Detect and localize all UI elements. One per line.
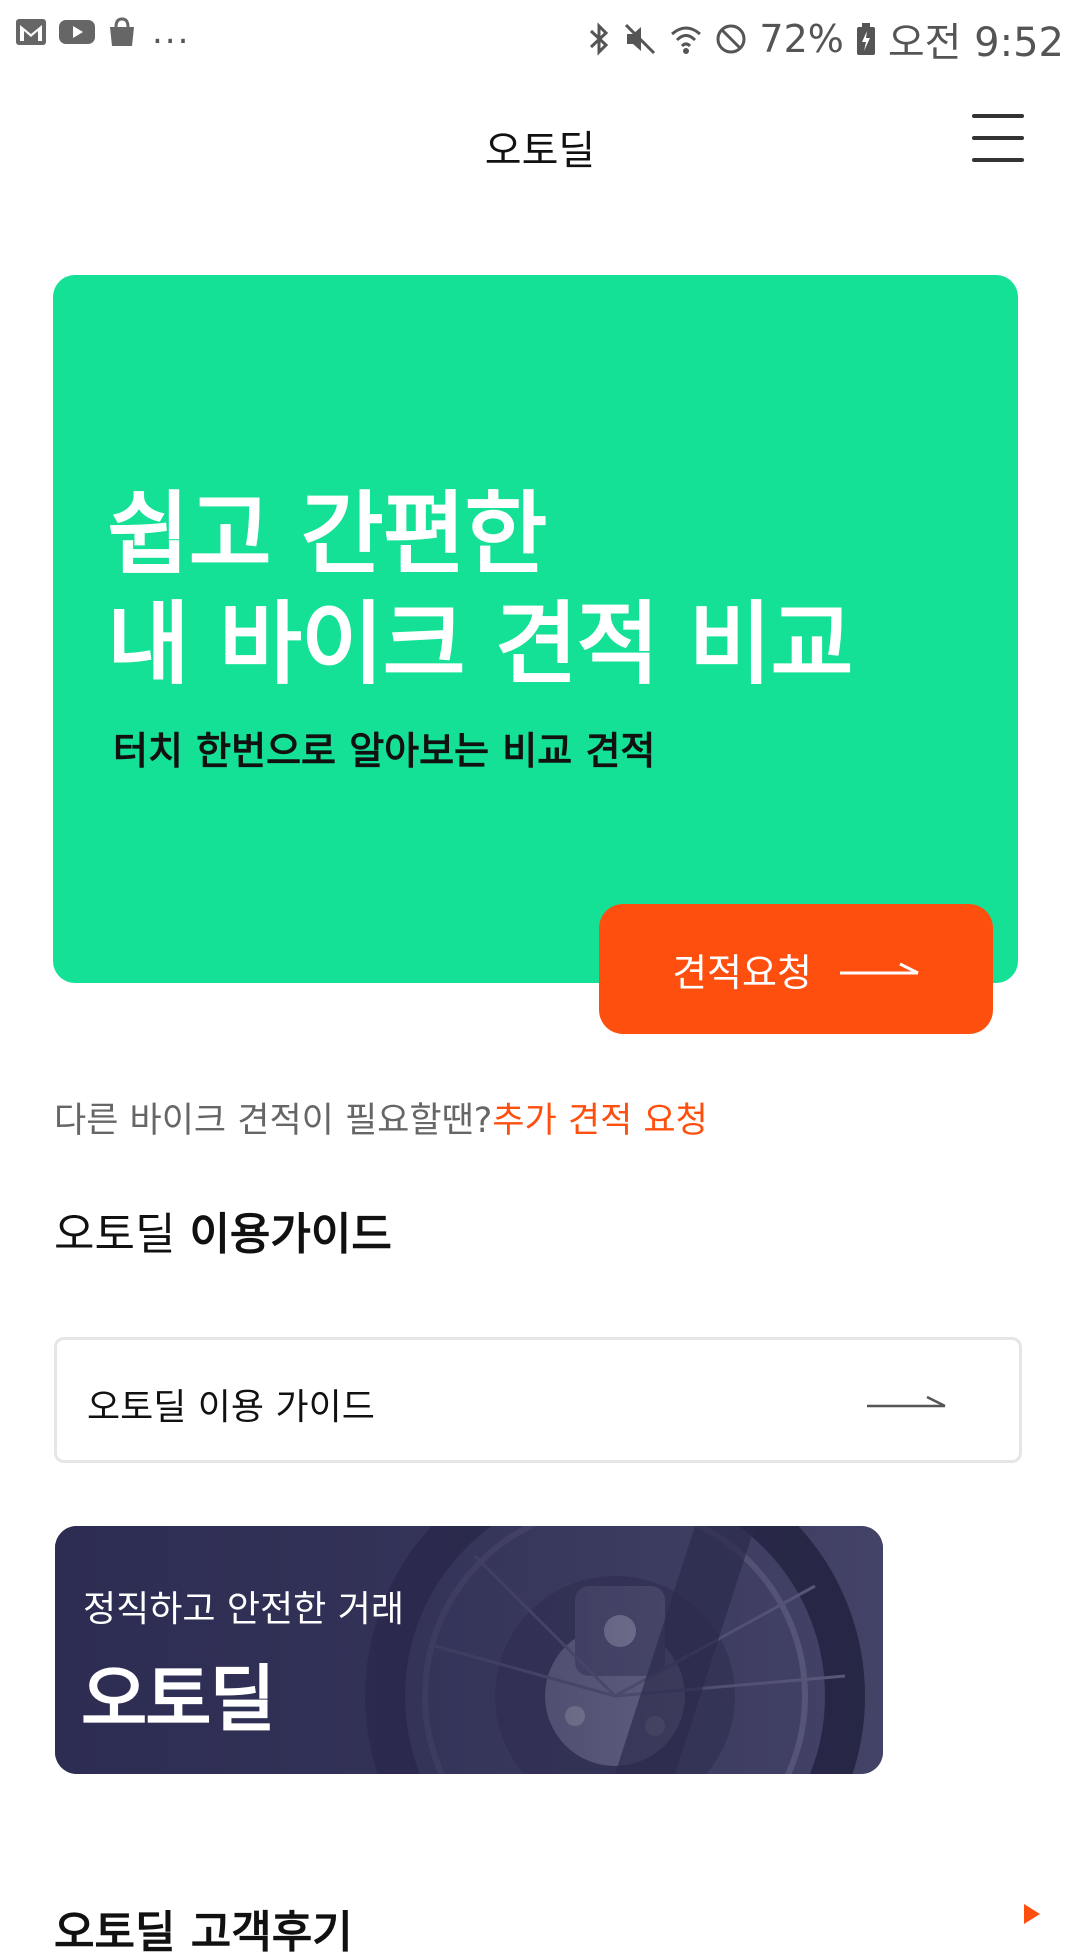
reviews-section-heading: 오토딜 고객후기 [54,1907,353,1958]
guide-heading-bold: 이용가이드 [189,1209,392,1260]
menu-line-icon [972,158,1024,162]
clock: 오전 9:52 [887,20,1064,66]
mute-icon [625,23,656,55]
banner-title: 오토딜 [81,1657,276,1741]
extra-quote-link[interactable]: 추가 견적 요청 [492,1101,707,1141]
arrow-right-icon [839,962,919,975]
menu-line-icon [972,114,1024,118]
hamburger-menu-button[interactable] [970,114,1026,164]
guide-section-heading: 오토딜 이용가이드 [54,1198,392,1262]
guide-heading-brand: 오토딜 [54,1209,176,1260]
wifi-icon [671,26,702,54]
youtube-icon [59,20,95,44]
quote-request-label: 견적요청 [672,950,812,995]
status-bar: ... 72% 오전 9:52 [0,0,1080,66]
extra-quote-question: 다른 바이크 견적이 필요할땐? [54,1101,493,1141]
battery-percent: 72% [759,17,844,61]
hero-subtitle: 터치 한번으로 알아보는 비교 견적 [113,729,656,773]
hero-title-line: 쉽고 간편한 [107,482,547,587]
shopping-bag-icon [110,17,134,46]
quote-request-button[interactable]: 견적요청 [599,904,993,1034]
hero-title-line: 내 바이크 견적 비교 [107,592,853,697]
hero-title: 쉽고 간편한 내 바이크 견적 비교 [107,480,853,700]
notification-icons: ... [14,12,190,52]
arrow-right-icon [867,1395,946,1408]
app-header: 오토딜 [0,66,1080,216]
promo-banner[interactable]: 정직하고 안전한 거래 오토딜 [55,1526,883,1774]
system-icons: 72% 오전 9:52 [587,10,1064,68]
battery-charging-icon [856,23,875,55]
extra-quote-prompt: 다른 바이크 견적이 필요할땐?추가 견적 요청 [54,1092,708,1143]
app-title: 오토딜 [484,128,596,174]
more-notifications: ... [152,12,191,52]
hero-card: 쉽고 간편한 내 바이크 견적 비교 터치 한번으로 알아보는 비교 견적 [53,275,1018,983]
menu-line-icon [972,136,1024,140]
usage-guide-button[interactable]: 오토딜 이용 가이드 [54,1337,1022,1463]
banner-subtitle: 정직하고 안전한 거래 [83,1589,404,1630]
gmail-icon [16,19,46,45]
bluetooth-icon [590,22,609,56]
reviews-more-arrow-icon[interactable] [1024,1904,1040,1924]
usage-guide-label: 오토딜 이용 가이드 [87,1387,375,1428]
do-not-disturb-icon [716,24,746,54]
